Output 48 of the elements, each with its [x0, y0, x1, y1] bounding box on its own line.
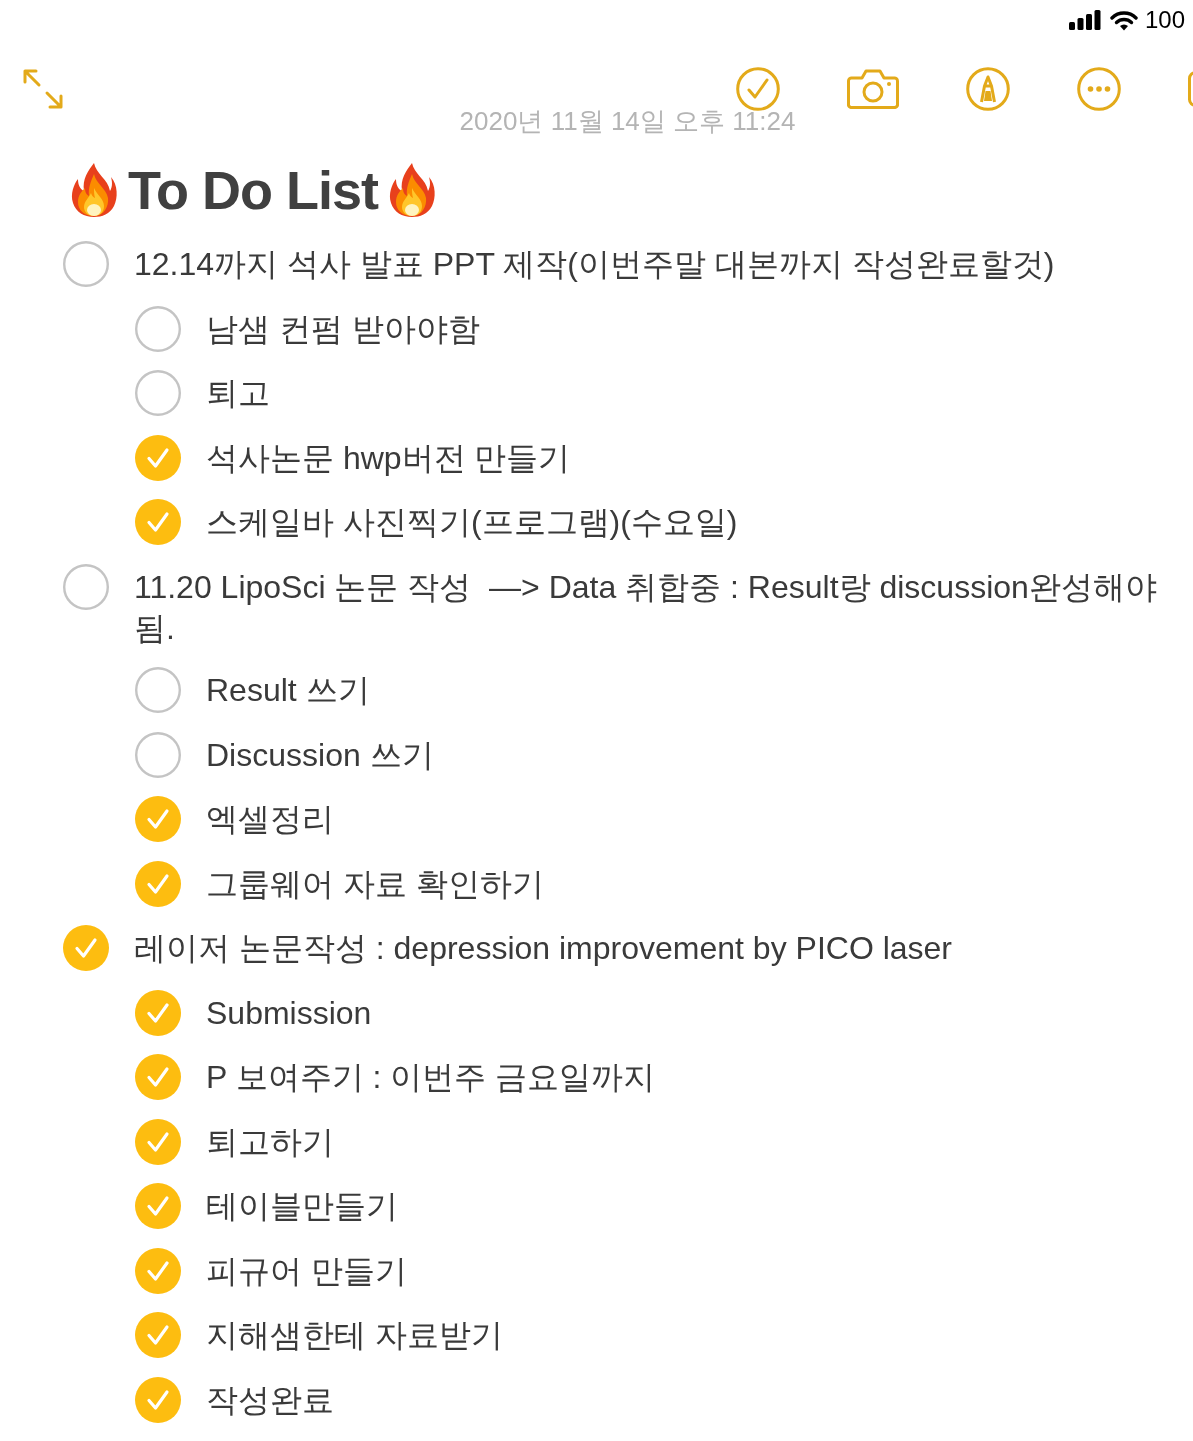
task-text: Result 쓰기 — [206, 671, 370, 710]
task-text: 11.20 LipoSci 논문 작성 —> Data 취합중 : Result랑 discussion완성해야됨. — [134, 567, 1158, 648]
more-icon[interactable] — [1077, 67, 1121, 111]
task-text: 12.14까지 석사 발표 PPT 제작(이번주말 대본까지 작성완료할것) — [134, 245, 1055, 284]
checkbox[interactable] — [135, 1183, 181, 1229]
checkbox[interactable] — [135, 667, 181, 713]
task-text: 퇴고하기 — [206, 1122, 334, 1162]
checkbox[interactable] — [135, 1118, 181, 1165]
note-date: 2020년 11월 14일 오후 11:24 — [459, 106, 796, 136]
fire-icon — [70, 162, 118, 218]
fire-icon — [387, 162, 436, 218]
battery-percentage: 100 — [1144, 6, 1185, 34]
checkbox[interactable] — [135, 1247, 181, 1294]
task-text: 그룹웨어 자료 확인하기 — [206, 864, 544, 904]
task-text: 남샘 컨펌 받아야함 — [206, 309, 480, 349]
signal-icon — [1068, 10, 1101, 30]
task-text: Submission — [206, 993, 372, 1033]
checkbox[interactable] — [135, 860, 181, 907]
note-title: To Do List — [128, 159, 378, 222]
task-text: 스케일바 사진찍기(프로그램)(수요일) — [206, 503, 738, 542]
task-text: 엑셀정리 — [206, 800, 334, 839]
task-text: 피규어 만들기 — [206, 1251, 407, 1291]
checkbox[interactable] — [135, 1312, 181, 1358]
wifi-icon — [1109, 9, 1138, 31]
checkbox[interactable] — [135, 1054, 181, 1100]
checkbox[interactable] — [135, 989, 181, 1036]
task-text: Discussion 쓰기 — [206, 735, 434, 775]
checkbox[interactable] — [135, 305, 181, 352]
task-text: 지해샘한테 자료받기 — [206, 1316, 503, 1355]
checkbox[interactable] — [135, 370, 181, 416]
task-text: 작성완료 — [206, 1380, 334, 1420]
checkbox[interactable] — [135, 796, 181, 842]
checkbox[interactable] — [135, 1376, 181, 1423]
pen-icon[interactable] — [966, 67, 1010, 111]
task-text: 석사논문 hwp버전 만들기 — [206, 438, 571, 478]
camera-icon[interactable] — [847, 69, 899, 109]
checkbox[interactable] — [63, 563, 109, 610]
checkbox[interactable] — [63, 925, 109, 971]
task-text: 퇴고 — [206, 374, 270, 413]
checkbox[interactable] — [135, 434, 181, 481]
checklist-icon[interactable] — [736, 67, 780, 111]
task-text: P 보여주기 : 이번주 금요일까지 — [206, 1058, 656, 1097]
checkbox[interactable] — [135, 731, 181, 778]
task-text: 레이저 논문작성 : depression improvement by PICO laser — [134, 929, 952, 968]
checkbox[interactable] — [135, 499, 181, 545]
task-text: 테이블만들기 — [206, 1187, 398, 1226]
checkbox[interactable] — [63, 241, 109, 287]
expand-icon[interactable] — [22, 68, 64, 110]
